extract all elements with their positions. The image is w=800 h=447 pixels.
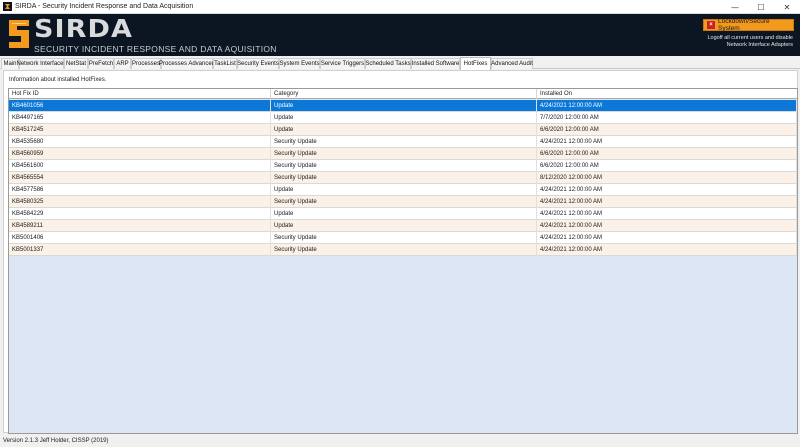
tab-scheduled-tasks[interactable]: Scheduled Tasks — [365, 58, 411, 69]
lockdown-button[interactable]: × Lockdown/Secure System — [703, 18, 794, 32]
grid-header: Hot Fix ID Category Installed On — [9, 89, 797, 99]
cell-hotfix-id: KB4589211 — [9, 220, 271, 232]
cell-installed-on: 7/7/2020 12:00:00 AM — [537, 112, 797, 124]
cell-category: Update — [271, 100, 537, 112]
cell-category: Security Update — [271, 160, 537, 172]
cell-category: Update — [271, 124, 537, 136]
cell-hotfix-id: KB4535680 — [9, 136, 271, 148]
cell-installed-on: 6/6/2020 12:00:00 AM — [537, 124, 797, 136]
tab-advanced-audit[interactable]: Advanced Audit — [491, 58, 533, 69]
cell-hotfix-id: KB4560959 — [9, 148, 271, 160]
sirda-logo-icon — [9, 20, 29, 48]
table-row[interactable]: KB4560959 Security Update 6/6/2020 12:00… — [9, 148, 797, 160]
cell-hotfix-id: KB5001406 — [9, 232, 271, 244]
cell-hotfix-id: KB4580325 — [9, 196, 271, 208]
app-icon — [3, 2, 12, 11]
hotfixes-panel: Information about installed HotFixes. Ho… — [3, 70, 798, 434]
cell-hotfix-id: KB4565554 — [9, 172, 271, 184]
cell-category: Security Update — [271, 148, 537, 160]
cell-category: Update — [271, 112, 537, 124]
lockdown-description-line2: Network Interface Adapters — [726, 42, 793, 48]
table-row[interactable]: KB4580325 Security Update 4/24/2021 12:0… — [9, 196, 797, 208]
cell-category: Security Update — [271, 232, 537, 244]
cell-category: Update — [271, 184, 537, 196]
cell-hotfix-id: KB4577586 — [9, 184, 271, 196]
tab-installed-software[interactable]: Installed Software — [411, 58, 460, 69]
table-row[interactable]: KB4561600 Security Update 6/6/2020 12:00… — [9, 160, 797, 172]
lockdown-button-label: Lockdown/Secure System — [717, 18, 770, 32]
tab-security-events[interactable]: Security Events — [237, 58, 279, 69]
title-bar: SIRDA - Security Incident Response and D… — [0, 0, 800, 14]
lockdown-description-line1: Logoff all current users and disable — [707, 35, 793, 41]
hotfix-grid[interactable]: Hot Fix ID Category Installed On KB46010… — [8, 88, 798, 434]
cell-installed-on: 4/24/2021 12:00:00 AM — [537, 136, 797, 148]
cell-hotfix-id: KB4561600 — [9, 160, 271, 172]
window-title: SIRDA - Security Incident Response and D… — [15, 3, 194, 10]
info-label: Information about installed HotFixes. — [9, 77, 107, 83]
cell-category: Security Update — [271, 136, 537, 148]
app-banner: SIRDA SECURITY INCIDENT RESPONSE AND DAT… — [0, 14, 800, 56]
table-row[interactable]: KB5001406 Security Update 4/24/2021 12:0… — [9, 232, 797, 244]
cell-installed-on: 4/24/2021 12:00:00 AM — [537, 184, 797, 196]
tab-processes[interactable]: Processes — [131, 58, 161, 69]
cell-category: Update — [271, 208, 537, 220]
table-row[interactable]: KB4589211 Update 4/24/2021 12:00:00 AM — [9, 220, 797, 232]
table-row[interactable]: KB4577586 Update 4/24/2021 12:00:00 AM — [9, 184, 797, 196]
table-row[interactable]: KB4584229 Update 4/24/2021 12:00:00 AM — [9, 208, 797, 220]
lockdown-description: Logoff all current users and disable Net… — [683, 35, 793, 49]
cell-installed-on: 6/6/2020 12:00:00 AM — [537, 160, 797, 172]
column-header-installed-on[interactable]: Installed On — [537, 89, 797, 99]
tab-service-triggers[interactable]: Service Triggers — [320, 58, 365, 69]
cell-installed-on: 4/24/2021 12:00:00 AM — [537, 208, 797, 220]
cell-hotfix-id: KB4517245 — [9, 124, 271, 136]
cell-hotfix-id: KB4601056 — [9, 100, 271, 112]
tab-system-events[interactable]: System Events — [279, 58, 320, 69]
table-row[interactable]: KB4565554 Security Update 8/12/2020 12:0… — [9, 172, 797, 184]
cell-installed-on: 4/24/2021 12:00:00 AM — [537, 232, 797, 244]
table-row[interactable]: KB4517245 Update 6/6/2020 12:00:00 AM — [9, 124, 797, 136]
cell-category: Update — [271, 220, 537, 232]
cell-hotfix-id: KB4584229 — [9, 208, 271, 220]
tab-network-interfaces[interactable]: Network Interfaces — [16, 58, 67, 69]
lock-icon: × — [707, 21, 715, 29]
tab-tasklist[interactable]: TaskList — [213, 58, 237, 69]
cell-category: Security Update — [271, 172, 537, 184]
tab-arp[interactable]: ARP — [114, 58, 131, 69]
cell-hotfix-id: KB4497165 — [9, 112, 271, 124]
cell-installed-on: 6/6/2020 12:00:00 AM — [537, 148, 797, 160]
tab-processes-advanced[interactable]: Processes Advanced — [159, 58, 215, 69]
cell-category: Security Update — [271, 196, 537, 208]
table-row[interactable]: KB5001337 Security Update 4/24/2021 12:0… — [9, 244, 797, 256]
column-header-hotfix-id[interactable]: Hot Fix ID — [9, 89, 271, 99]
maximize-button[interactable]: ☐ — [748, 0, 774, 14]
cell-installed-on: 8/12/2020 12:00:00 AM — [537, 172, 797, 184]
tab-bar: Main Network Interfaces NetStat PreFetch… — [0, 57, 800, 70]
logo-text: SIRDA — [34, 14, 134, 43]
cell-installed-on: 4/24/2021 12:00:00 AM — [537, 220, 797, 232]
window-controls: — ☐ ✕ — [722, 0, 800, 14]
minimize-button[interactable]: — — [722, 0, 748, 14]
tab-netstat[interactable]: NetStat — [64, 58, 88, 69]
column-header-category[interactable]: Category — [271, 89, 537, 99]
tab-prefetch[interactable]: PreFetch — [88, 58, 114, 69]
cell-installed-on: 4/24/2021 12:00:00 AM — [537, 100, 797, 112]
close-button[interactable]: ✕ — [774, 0, 800, 14]
table-row[interactable]: KB4497165 Update 7/7/2020 12:00:00 AM — [9, 112, 797, 124]
cell-category: Security Update — [271, 244, 537, 256]
cell-installed-on: 4/24/2021 12:00:00 AM — [537, 244, 797, 256]
table-row[interactable]: KB4535680 Security Update 4/24/2021 12:0… — [9, 136, 797, 148]
status-bar: Version 2.1.3 Jeff Holder, CISSP (2019) — [0, 435, 800, 447]
cell-installed-on: 4/24/2021 12:00:00 AM — [537, 196, 797, 208]
tab-hotfixes[interactable]: HotFixes — [460, 57, 491, 70]
cell-hotfix-id: KB5001337 — [9, 244, 271, 256]
table-row[interactable]: KB4601056 Update 4/24/2021 12:00:00 AM — [9, 100, 797, 112]
banner-subtitle: SECURITY INCIDENT RESPONSE AND DATA AQUI… — [34, 44, 277, 54]
